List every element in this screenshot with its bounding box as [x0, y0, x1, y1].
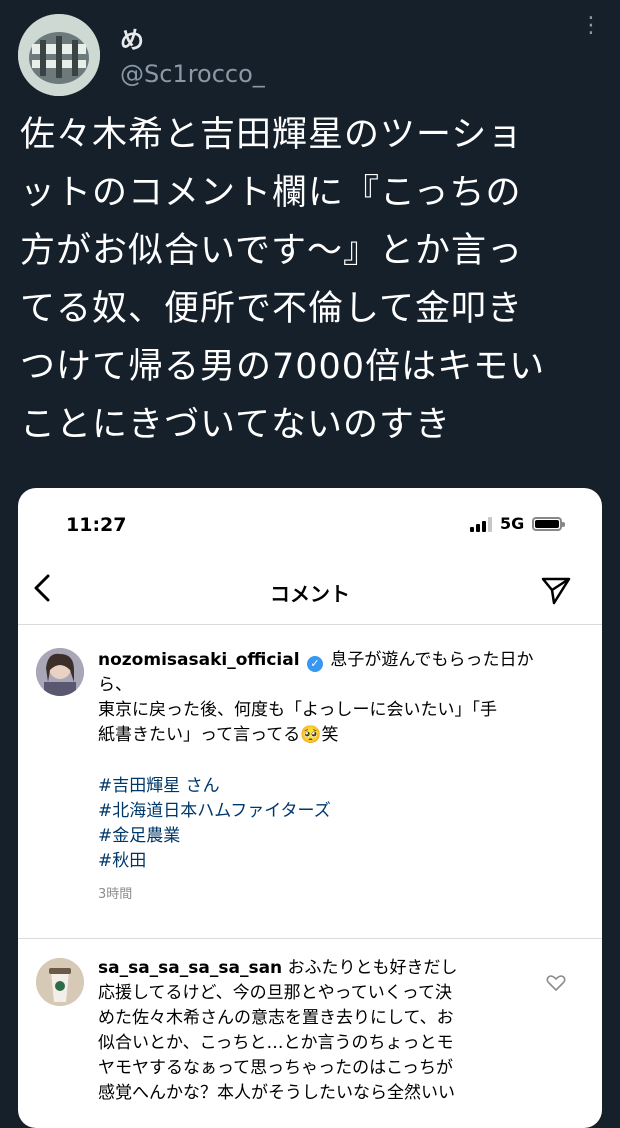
comment-avatar: [36, 648, 84, 696]
status-indicators: 5G: [470, 514, 566, 533]
comment-avatar: [36, 958, 84, 1006]
tweet-line: つけて帰る男の7000倍はキモい: [20, 347, 546, 387]
verified-badge-icon: ✓: [306, 656, 323, 672]
tweet-line: ットのコメント欄に『こっちの: [20, 173, 522, 213]
battery-icon: [532, 516, 566, 531]
attached-image[interactable]: 11:27 5G コメント nozomisasaki_official ✓ 息子…: [18, 488, 602, 1128]
comment-line: 紙書きたい」って言ってる🥺笑: [98, 725, 339, 745]
comment-line: めた佐々木希さんの意志を置き去りにして、お: [98, 1008, 454, 1028]
comment-line: おふたりとも好きだし: [287, 958, 458, 978]
display-name[interactable]: め: [120, 20, 144, 55]
comment-time: 3時間: [98, 887, 133, 902]
tweet-line: 佐々木希と吉田輝星のツーショ: [20, 115, 524, 155]
more-options-icon[interactable]: ⋮: [580, 15, 602, 37]
hashtag: #北海道日本ハムファイターズ: [98, 801, 331, 821]
comment: sa_sa_sa_sa_sa_san おふたりとも好きだし 応援してるけど、今の…: [98, 956, 534, 1106]
comment-text: nozomisasaki_official ✓ 息子が遊んでもらった日か ら、 …: [98, 648, 568, 748]
tweet-text: 佐々木希と吉田輝星のツーショ ットのコメント欄に『こっちの 方がお似合いです〜』…: [20, 106, 602, 454]
comment-username: sa_sa_sa_sa_sa_san: [98, 958, 283, 978]
user-avatar[interactable]: [18, 14, 100, 96]
hashtag: #吉田輝星 さん: [98, 776, 220, 796]
hashtag: #秋田: [98, 851, 147, 871]
divider: [18, 624, 602, 625]
network-type: 5G: [500, 514, 525, 533]
comment-line: ヤモヤするなぁって思っちゃったのはこっちが: [98, 1058, 453, 1078]
tweet-line: ことにきづいてないのすき: [20, 405, 451, 445]
divider: [18, 938, 602, 939]
send-icon: [540, 574, 572, 610]
comment-line: 息子が遊んでもらった日か: [330, 650, 534, 670]
status-time: 11:27: [66, 514, 127, 536]
user-handle[interactable]: @Sc1rocco_: [120, 60, 265, 88]
comment-line: ら、: [98, 675, 132, 695]
comments-title: コメント: [270, 582, 350, 606]
hashtag: #金足農業: [98, 826, 181, 846]
heart-icon: [546, 974, 566, 996]
comment-username: nozomisasaki_official: [98, 650, 300, 670]
comment-line: 東京に戻った後、何度も「よっしーに会いたい」「手: [98, 700, 497, 720]
comment-line: 応援してるけど、今の旦那とやっていくって決: [98, 983, 452, 1003]
comment: nozomisasaki_official ✓ 息子が遊んでもらった日か ら、 …: [98, 648, 568, 907]
signal-icon: [470, 516, 492, 532]
comment-line: 感覚へんかな？本人がそうしたいなら全然いい: [98, 1083, 455, 1103]
tweet-line: てる奴、便所で不倫して金叩き: [20, 289, 523, 329]
tweet-line: 方がお似合いです〜』とか言っ: [20, 231, 523, 271]
comment-line: 似合いとか、こっちと…とか言うのちょっとモ: [98, 1033, 454, 1053]
